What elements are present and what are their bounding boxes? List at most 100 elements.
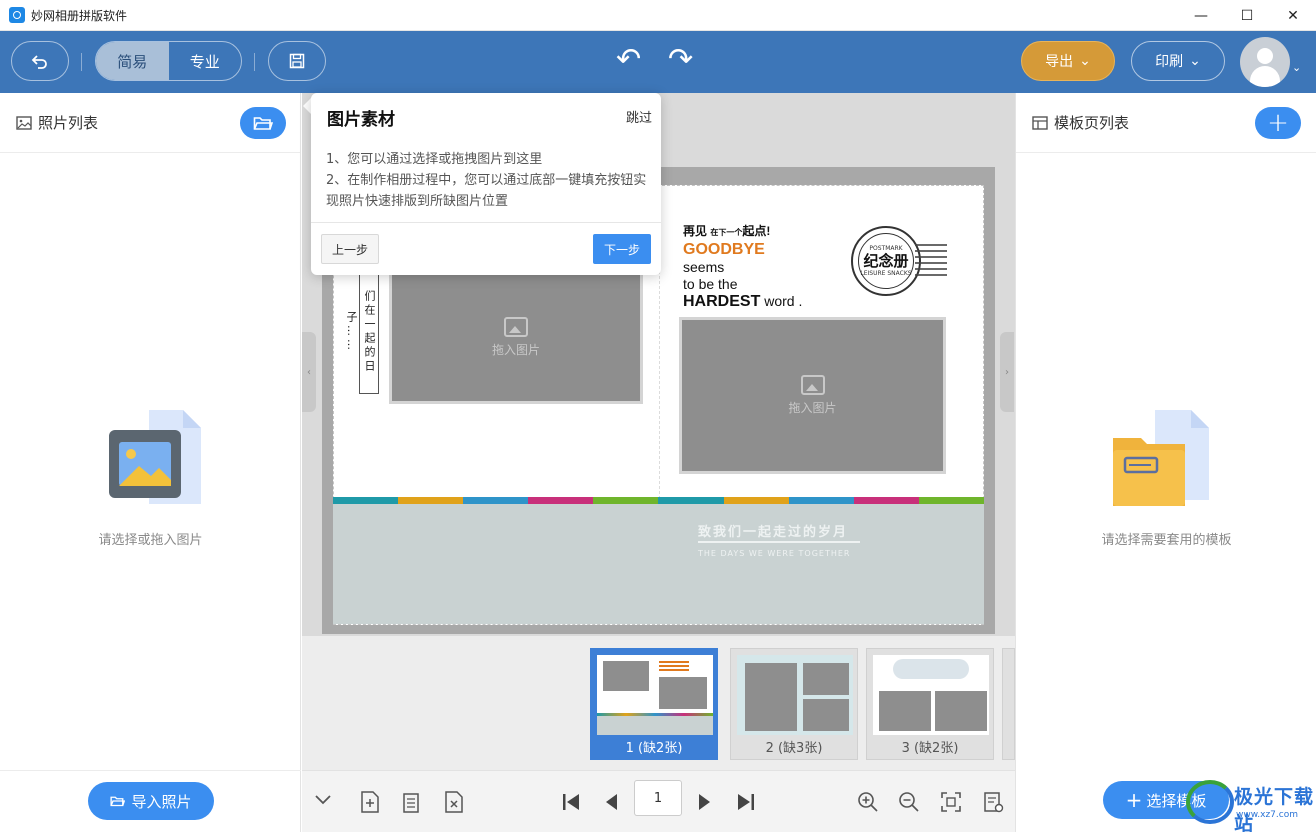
photo-list-footer: 导入照片 <box>0 770 301 832</box>
thumbnail-caption: 2 (缺3张) <box>765 741 823 756</box>
back-button[interactable] <box>11 41 69 81</box>
photo-list-title: 照片列表 <box>38 114 99 132</box>
photo-slot-label: 拖入图片 <box>491 342 540 357</box>
minimize-button[interactable]: — <box>1178 0 1224 31</box>
empty-templates-illustration-icon <box>1113 410 1209 506</box>
import-photos-label: 导入照片 <box>131 792 192 811</box>
next-step-button[interactable]: 下一步 <box>593 234 651 264</box>
color-strip-segment <box>463 497 529 504</box>
close-button[interactable]: ✕ <box>1270 0 1316 31</box>
window-title: 妙网相册拼版软件 <box>31 8 128 23</box>
band-subtitle: THE DAYS WE WERE TOGETHER <box>698 549 851 558</box>
band-title: 致我们一起走过的岁月 <box>698 525 849 540</box>
save-button[interactable] <box>268 41 326 81</box>
maximize-button[interactable]: ☐ <box>1224 0 1270 31</box>
color-strip-segment <box>918 497 984 504</box>
stamp-center-text: 纪念册 <box>863 252 909 270</box>
photo-list-empty-text: 请选择或拖入图片 <box>98 533 203 548</box>
color-strip-segment <box>333 497 399 504</box>
popover-line-1: 1、您可以通过选择或拖拽图片到这里 <box>326 152 543 167</box>
export-button[interactable]: 导出 ⌄ <box>1021 41 1115 81</box>
fit-screen-icon[interactable] <box>940 791 962 813</box>
color-strip-segment <box>853 497 919 504</box>
prev-page-icon[interactable] <box>604 792 620 812</box>
page-thumbnail[interactable]: 3 (缺2张) <box>866 648 994 760</box>
first-page-icon[interactable] <box>561 792 581 812</box>
popover-body: 1、您可以通过选择或拖拽图片到这里 2、在制作相册过程中，您可以通过底部一键填充… <box>326 149 651 212</box>
goodbye-line4: to be the <box>683 276 738 292</box>
mode-simple-tab[interactable]: 简易 <box>96 42 169 80</box>
watermark-text: 极光下载站 <box>1234 786 1315 832</box>
next-page-icon[interactable] <box>696 792 712 812</box>
thumbnail-preview <box>737 655 853 735</box>
redo-button[interactable]: ↷ <box>668 45 693 75</box>
color-strip <box>333 497 984 504</box>
user-head-icon <box>1257 48 1273 64</box>
template-list-header: 模板页列表 + <box>1016 93 1316 153</box>
vertical-caption[interactable]: 们在一起的日子…… <box>345 266 379 394</box>
chevron-down-icon[interactable] <box>314 794 332 806</box>
zoom-in-icon[interactable] <box>857 791 879 813</box>
export-label: 导出 <box>1045 54 1074 70</box>
photo-slot[interactable]: 拖入图片 <box>679 317 946 474</box>
popover-line-2: 2、在制作相册过程中，您可以通过底部一键填充按钮实现照片快速排版到所缺图片位置 <box>326 173 647 209</box>
page-thumbnail[interactable]: 1 (缺2张) <box>590 648 718 760</box>
empty-photos-illustration-icon <box>109 410 201 504</box>
photo-slot[interactable]: 拖入图片 <box>389 270 643 404</box>
toolbar-divider <box>254 53 255 71</box>
template-list-panel: 模板页列表 + 请选择需要套用的模板 + 选择模板 <box>1015 93 1316 832</box>
photo-list-header: 照片列表 <box>0 93 300 153</box>
skip-link[interactable]: 跳过 <box>626 107 652 126</box>
popover-title: 图片素材 <box>327 110 395 130</box>
goodbye-hardest: HARDEST <box>683 293 761 310</box>
bottom-band[interactable] <box>333 504 984 624</box>
print-button[interactable]: 印刷 ⌄ <box>1131 41 1225 81</box>
thumbnail-preview <box>873 655 989 735</box>
add-page-icon[interactable] <box>360 791 380 813</box>
page-thumbnail[interactable]: 2 (缺3张) <box>730 648 858 760</box>
window-controls: — ☐ ✕ <box>1178 0 1316 31</box>
user-body-icon <box>1250 66 1280 87</box>
chevron-down-icon: ⌄ <box>1079 53 1091 69</box>
stamp-top-text: POSTMARK <box>869 245 903 252</box>
prev-step-button[interactable]: 上一步 <box>321 234 379 264</box>
add-template-button[interactable]: + <box>1255 107 1301 139</box>
thumbnail-preview <box>597 655 713 735</box>
template-icon <box>1032 115 1048 130</box>
mode-switch: 简易 专业 <box>95 41 242 81</box>
color-strip-segment <box>528 497 594 504</box>
postmark-stamp[interactable]: POSTMARK 纪念册 LEISURE SNACKS <box>851 226 921 296</box>
avatar[interactable] <box>1240 37 1290 87</box>
plus-icon: + <box>1125 788 1143 812</box>
toolbar-divider <box>81 53 82 71</box>
folder-icon <box>110 796 126 807</box>
open-folder-button[interactable] <box>240 107 286 139</box>
avatar-menu-caret-icon[interactable]: ⌄ <box>1292 61 1301 74</box>
mode-pro-tab[interactable]: 专业 <box>169 42 242 80</box>
band-underline <box>698 541 860 543</box>
delete-page-icon[interactable] <box>444 791 464 813</box>
import-photos-button[interactable]: 导入照片 <box>88 782 214 820</box>
goodbye-text-block[interactable]: 再见 在下一个起点! GOODBYE seems to be the HARDE… <box>683 222 802 311</box>
undo-arrow-icon <box>31 55 47 69</box>
stamp-bottom-text: LEISURE SNACKS <box>860 270 912 277</box>
photo-slot-label: 拖入图片 <box>788 401 837 415</box>
title-bar: 妙网相册拼版软件 — ☐ ✕ <box>0 0 1316 31</box>
undo-button[interactable]: ↶ <box>616 45 641 75</box>
collapse-right-panel-handle[interactable]: › <box>1000 332 1014 412</box>
template-list-title: 模板页列表 <box>1054 114 1130 132</box>
color-strip-segment <box>398 497 464 504</box>
last-page-icon[interactable] <box>736 792 756 812</box>
folder-icon <box>253 117 273 130</box>
collapse-left-panel-handle[interactable]: ‹ <box>302 332 316 412</box>
photo-list-panel: 照片列表 请选择或拖入图片 导入照片 <box>0 93 301 832</box>
page-settings-icon[interactable] <box>982 791 1004 813</box>
zoom-out-icon[interactable] <box>898 791 920 813</box>
save-icon <box>289 53 305 69</box>
page-number-input[interactable]: 1 <box>634 780 682 816</box>
print-label: 印刷 <box>1155 54 1184 70</box>
app-logo-icon <box>9 7 25 23</box>
copy-page-icon[interactable] <box>402 791 422 813</box>
goodbye-line5-rest: word . <box>760 293 803 309</box>
page-thumbnail-partial[interactable] <box>1002 648 1015 760</box>
